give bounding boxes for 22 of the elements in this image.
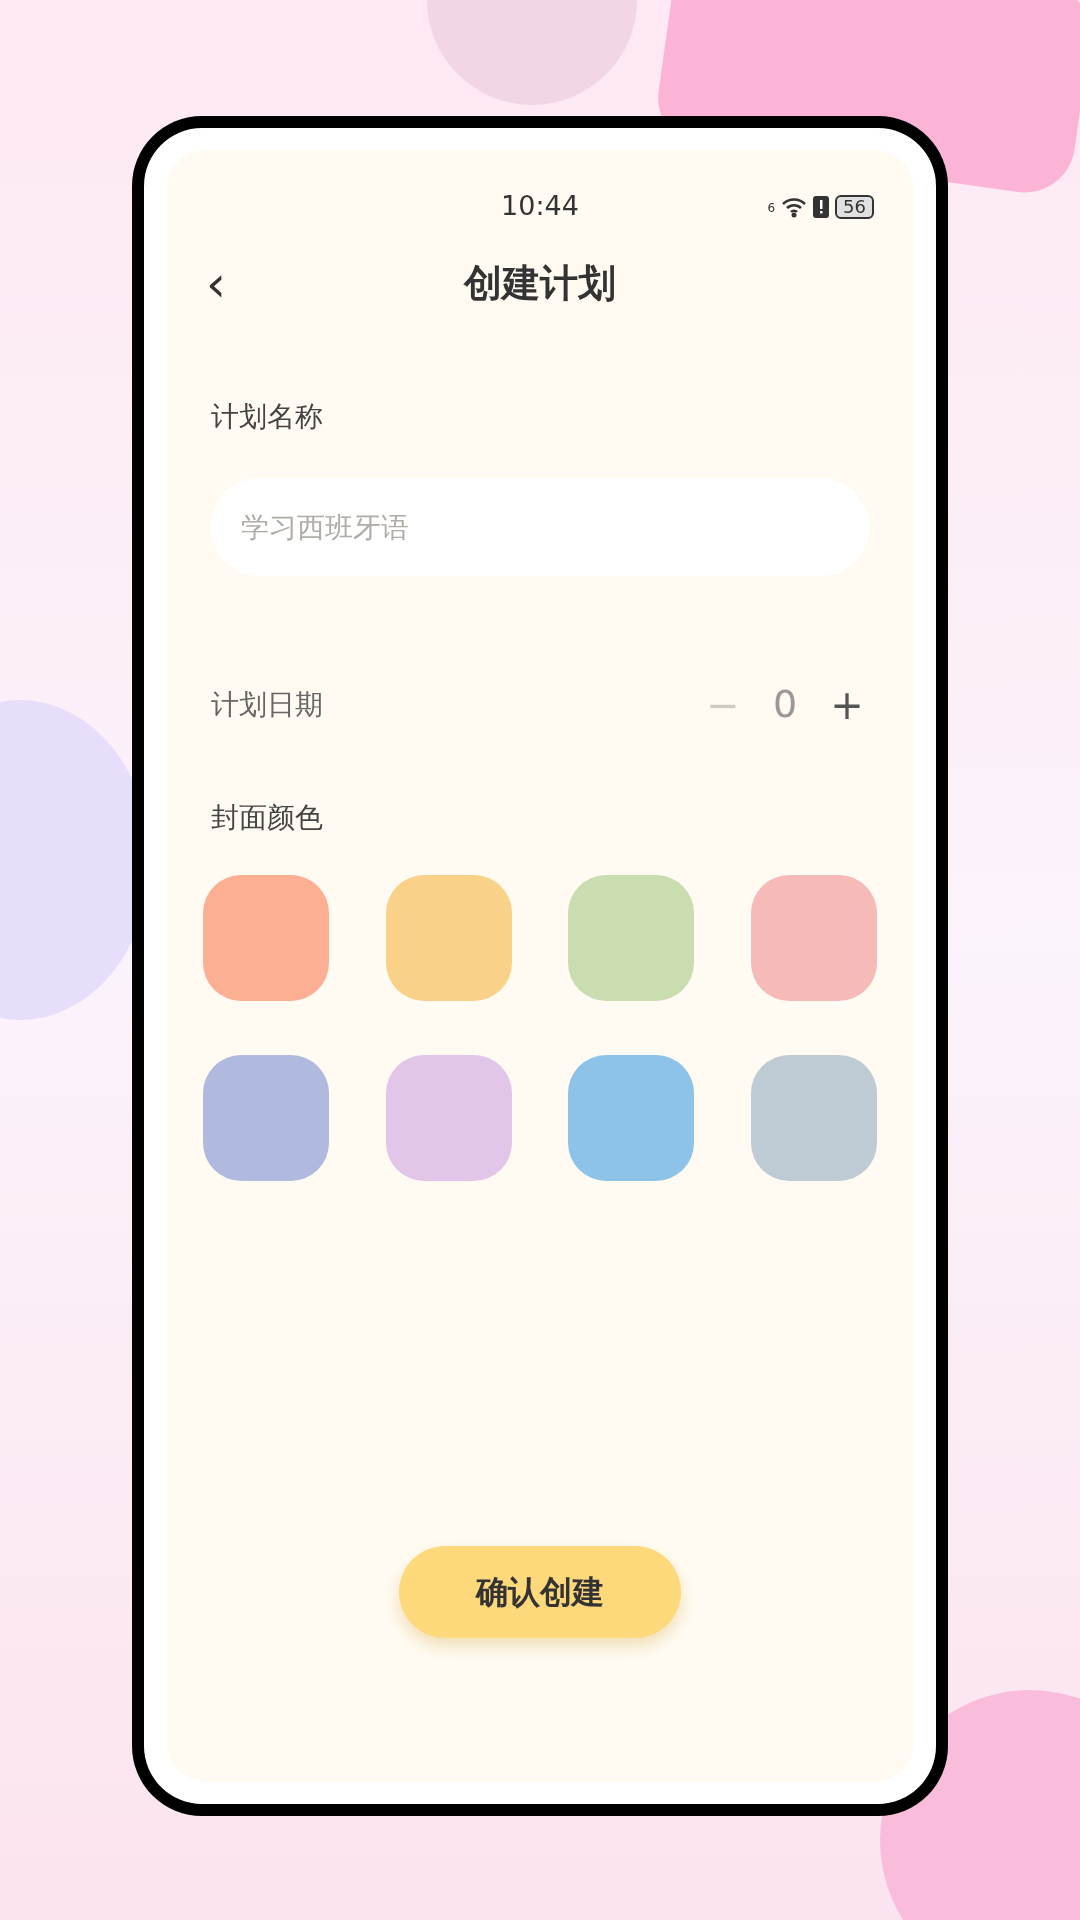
color-swatch[interactable] — [203, 875, 329, 1001]
status-time: 10:44 — [501, 189, 579, 224]
wifi-icon — [781, 195, 808, 218]
days-value: 0 — [771, 681, 799, 728]
back-button[interactable]: ‹ — [206, 258, 226, 309]
signal-label: 6 — [767, 199, 776, 217]
color-swatch[interactable] — [203, 1055, 329, 1181]
page-title: 创建计划 — [464, 260, 616, 307]
color-swatch[interactable] — [385, 875, 512, 1001]
alert-icon — [813, 195, 830, 218]
color-swatch[interactable] — [568, 1055, 694, 1181]
battery-indicator: 56 — [835, 194, 874, 219]
cover-color-label: 封面颜色 — [211, 800, 323, 836]
color-swatch[interactable] — [385, 1055, 512, 1181]
plan-name-label: 计划名称 — [211, 399, 323, 435]
plan-name-field[interactable]: 学习西班牙语 — [211, 478, 869, 576]
color-swatch[interactable] — [750, 875, 877, 1001]
color-swatch[interactable] — [750, 1055, 877, 1181]
increment-button[interactable]: + — [825, 684, 869, 725]
confirm-create-button[interactable]: 确认创建 — [399, 1546, 681, 1638]
color-swatch[interactable] — [568, 875, 694, 1001]
plan-days-label: 计划日期 — [211, 686, 323, 723]
